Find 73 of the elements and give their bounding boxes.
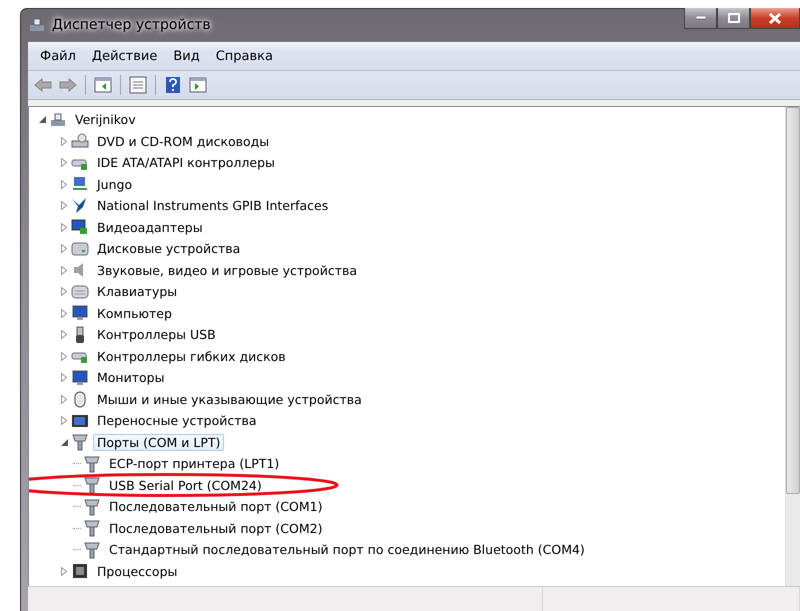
device-icon bbox=[71, 282, 89, 301]
minimize-icon bbox=[696, 16, 706, 20]
expand-arrow-icon[interactable] bbox=[61, 136, 67, 146]
tree-item[interactable]: Последовательный порт (COM2) bbox=[105, 520, 326, 537]
tree-item[interactable]: Контроллеры USB bbox=[93, 326, 220, 344]
tree-item[interactable]: IDE ATA/ATAPI контроллеры bbox=[93, 154, 279, 172]
tree-item[interactable]: Клавиатуры bbox=[93, 283, 182, 300]
device-icon bbox=[83, 519, 101, 538]
expand-arrow-icon[interactable] bbox=[61, 244, 67, 254]
expand-arrow-icon[interactable] bbox=[61, 266, 67, 275]
device-icon bbox=[71, 240, 89, 258]
device-icon bbox=[49, 110, 67, 129]
tree-item[interactable]: Последовательный порт (COM1) bbox=[105, 498, 326, 516]
pane-icon bbox=[189, 77, 207, 93]
menu-item[interactable]: Действие bbox=[84, 48, 166, 64]
tree-item[interactable]: Jungo bbox=[93, 176, 136, 193]
help-icon bbox=[165, 76, 181, 94]
expand-arrow-icon[interactable] bbox=[61, 158, 67, 168]
tree-item[interactable]: Процессоры bbox=[93, 562, 182, 580]
device-icon bbox=[71, 562, 89, 580]
window-title: Диспетчер устройств bbox=[52, 17, 211, 33]
device-icon bbox=[83, 498, 101, 516]
tree-item[interactable]: Стандартный последовательный порт по соединению Bluetooth (COM4) bbox=[105, 541, 589, 558]
device-manager-icon bbox=[28, 16, 46, 34]
collapse-arrow-icon[interactable] bbox=[60, 438, 68, 446]
device-icon bbox=[83, 540, 101, 559]
collapse-arrow-icon[interactable] bbox=[38, 116, 46, 124]
expand-arrow-icon[interactable] bbox=[61, 394, 67, 404]
tree-item[interactable]: National Instruments GPIB Interfaces bbox=[93, 197, 332, 214]
close-button[interactable] bbox=[750, 8, 800, 29]
tree-item[interactable]: Компьютер bbox=[93, 304, 176, 322]
expand-arrow-icon[interactable] bbox=[61, 201, 67, 210]
properties-icon bbox=[129, 76, 147, 94]
device-icon bbox=[71, 132, 89, 150]
tree-item[interactable]: Звуковые, видео и игровые устройства bbox=[93, 262, 362, 279]
expand-arrow-icon[interactable] bbox=[61, 566, 67, 576]
menu-item[interactable]: Вид bbox=[165, 48, 208, 64]
scrollbar[interactable] bbox=[785, 107, 800, 586]
forward-arrow-icon bbox=[59, 78, 77, 92]
tree-item[interactable]: Переносные устройства bbox=[93, 412, 261, 430]
device-icon bbox=[71, 368, 89, 387]
menu-item[interactable]: Файл bbox=[32, 48, 84, 64]
tree-item[interactable]: Порты (COM и LPT) bbox=[93, 434, 224, 451]
toolbar-button[interactable] bbox=[127, 74, 149, 96]
close-icon bbox=[769, 12, 781, 24]
device-icon bbox=[71, 433, 89, 452]
expand-arrow-icon[interactable] bbox=[61, 180, 67, 189]
device-icon bbox=[83, 476, 101, 494]
back-arrow-icon bbox=[34, 78, 52, 92]
menu-item[interactable]: Справка bbox=[208, 48, 281, 64]
tree-item[interactable]: Мыши и иные указывающие устройства bbox=[93, 390, 366, 408]
expand-arrow-icon[interactable] bbox=[61, 308, 67, 318]
tree-item[interactable]: Мониторы bbox=[93, 369, 168, 386]
device-icon bbox=[83, 454, 101, 473]
minimize-button[interactable] bbox=[684, 8, 717, 29]
expand-arrow-icon[interactable] bbox=[61, 373, 67, 382]
tree-item[interactable]: Контроллеры гибких дисков bbox=[93, 348, 290, 365]
expand-arrow-icon[interactable] bbox=[61, 416, 67, 426]
maximize-button[interactable] bbox=[717, 8, 750, 29]
expand-arrow-icon[interactable] bbox=[61, 352, 67, 361]
scroll-thumb[interactable] bbox=[786, 107, 800, 494]
tree-item[interactable]: Видеоадаптеры bbox=[93, 218, 207, 236]
expand-arrow-icon[interactable] bbox=[61, 330, 67, 340]
device-icon bbox=[71, 218, 89, 236]
expand-arrow-icon[interactable] bbox=[61, 287, 67, 296]
tree-item[interactable]: Verijnikov bbox=[71, 111, 140, 128]
tree-item[interactable]: DVD и CD-ROM дисководы bbox=[93, 132, 274, 150]
pane-icon bbox=[94, 77, 112, 93]
maximize-icon bbox=[728, 13, 740, 23]
tree-item[interactable]: ECP-порт принтера (LPT1) bbox=[105, 455, 284, 472]
device-icon bbox=[71, 304, 89, 322]
tree-item[interactable]: Дисковые устройства bbox=[93, 240, 244, 258]
expand-arrow-icon[interactable] bbox=[61, 222, 67, 232]
